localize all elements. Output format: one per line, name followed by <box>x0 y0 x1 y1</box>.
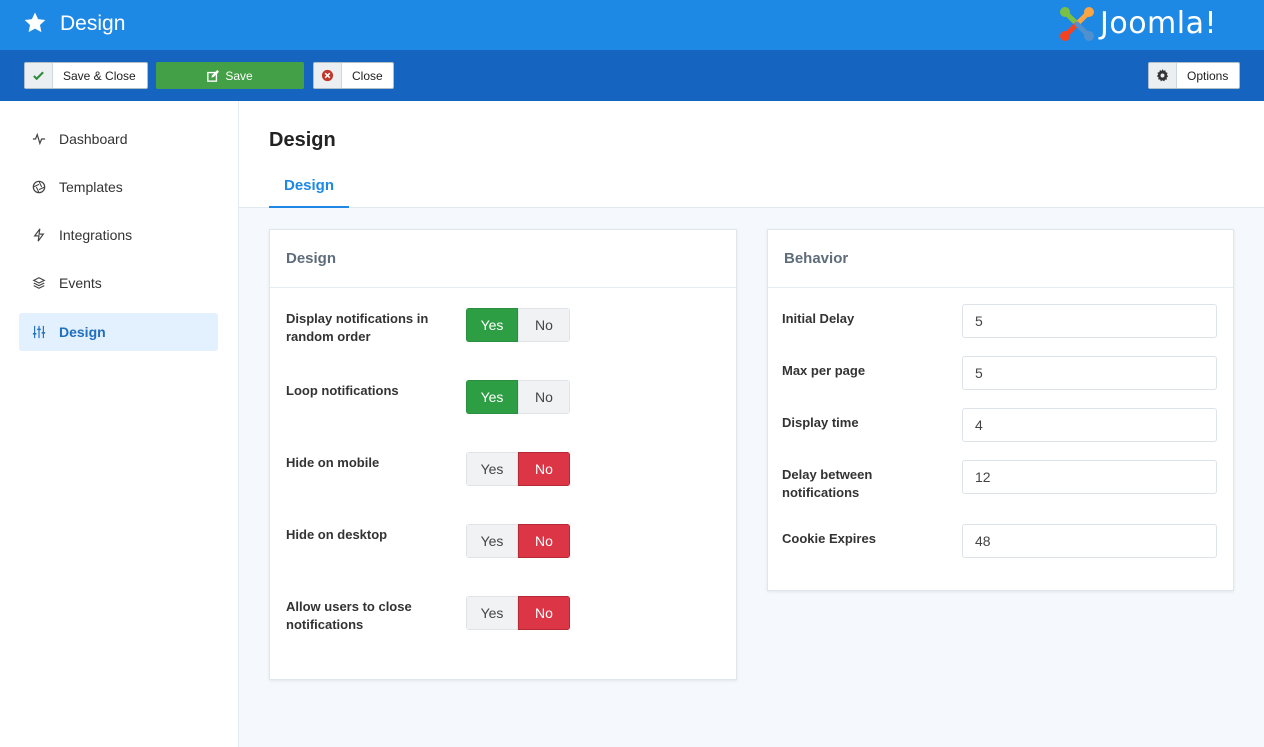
sidebar-item-dashboard[interactable]: Dashboard <box>19 120 218 158</box>
options-label: Options <box>1187 68 1229 83</box>
behavior-card-title: Behavior <box>768 230 1233 288</box>
sidebar-item-label: Dashboard <box>59 131 128 147</box>
save-close-button[interactable]: Save & Close <box>24 62 148 89</box>
field-label: Cookie Expires <box>782 531 876 546</box>
joomla-logo-icon <box>1060 7 1094 41</box>
sidebar-item-events[interactable]: Events <box>19 264 218 302</box>
yes-option[interactable]: Yes <box>466 524 518 558</box>
main-content: Design Design Design Display notificatio… <box>239 101 1264 747</box>
yes-option[interactable]: Yes <box>466 452 518 486</box>
sidebar-item-design[interactable]: Design <box>19 313 218 351</box>
design-card-title: Design <box>270 230 736 288</box>
joomla-logo-text: Joomla! <box>1100 6 1218 41</box>
app-title: Design <box>60 12 126 35</box>
check-icon <box>25 63 53 88</box>
top-header: Design Joomla! <box>0 0 1264 50</box>
random-order-toggle: Yes No <box>466 308 570 342</box>
yes-option[interactable]: Yes <box>466 380 518 414</box>
edit-icon <box>207 69 220 82</box>
aperture-icon <box>19 180 59 194</box>
hide-desktop-toggle: Yes No <box>466 524 570 558</box>
sidebar-item-label: Integrations <box>59 227 133 243</box>
initial-delay-input[interactable] <box>962 304 1217 338</box>
yes-option[interactable]: Yes <box>466 596 518 630</box>
max-per-page-input[interactable] <box>962 356 1217 390</box>
sidebar: Dashboard Templates Integrations Events … <box>0 101 239 747</box>
star-icon <box>22 11 48 37</box>
close-button[interactable]: Close <box>313 62 394 89</box>
close-label: Close <box>352 68 383 83</box>
field-label: Hide on desktop <box>286 527 388 542</box>
allow-close-toggle: Yes No <box>466 596 570 630</box>
save-label: Save <box>225 68 253 83</box>
sliders-icon <box>19 325 59 339</box>
field-label: Delay between notifications <box>782 467 873 500</box>
joomla-logo: Joomla! <box>1058 5 1248 43</box>
field-label: Display time <box>782 415 859 430</box>
layers-icon <box>19 276 59 290</box>
behavior-card: Behavior Initial Delay Max per page Disp… <box>767 229 1234 591</box>
field-label: Hide on mobile <box>286 455 380 470</box>
sidebar-item-templates[interactable]: Templates <box>19 168 218 206</box>
field-label: Loop notifications <box>286 383 399 398</box>
main-header: Design Design <box>239 101 1264 208</box>
page-title: Design <box>269 129 336 151</box>
no-option[interactable]: No <box>518 524 570 558</box>
save-button[interactable]: Save <box>156 62 304 89</box>
no-option[interactable]: No <box>518 452 570 486</box>
field-label: Display notifications in random order <box>286 311 429 344</box>
hide-mobile-toggle: Yes No <box>466 452 570 486</box>
design-card: Design Display notifications in random o… <box>269 229 737 680</box>
sidebar-item-label: Design <box>59 324 106 340</box>
loop-notifications-toggle: Yes No <box>466 380 570 414</box>
toolbar: Save & Close Save Close Options <box>0 50 1264 101</box>
close-circle-icon <box>314 63 342 88</box>
no-option[interactable]: No <box>518 380 570 414</box>
display-time-input[interactable] <box>962 408 1217 442</box>
no-option[interactable]: No <box>518 596 570 630</box>
lightning-icon <box>19 228 59 242</box>
activity-icon <box>19 132 59 146</box>
field-label: Max per page <box>782 363 866 378</box>
field-label: Initial Delay <box>782 311 855 326</box>
gear-icon <box>1149 63 1177 88</box>
delay-between-input[interactable] <box>962 460 1217 494</box>
options-button[interactable]: Options <box>1148 62 1240 89</box>
sidebar-item-label: Templates <box>59 179 123 195</box>
field-label: Allow users to close notifications <box>286 599 412 632</box>
sidebar-item-label: Events <box>59 275 102 291</box>
no-option[interactable]: No <box>518 308 570 342</box>
save-close-label: Save & Close <box>63 68 136 83</box>
cookie-expires-input[interactable] <box>962 524 1217 558</box>
yes-option[interactable]: Yes <box>466 308 518 342</box>
tab-design[interactable]: Design <box>269 169 349 208</box>
sidebar-item-integrations[interactable]: Integrations <box>19 216 218 254</box>
